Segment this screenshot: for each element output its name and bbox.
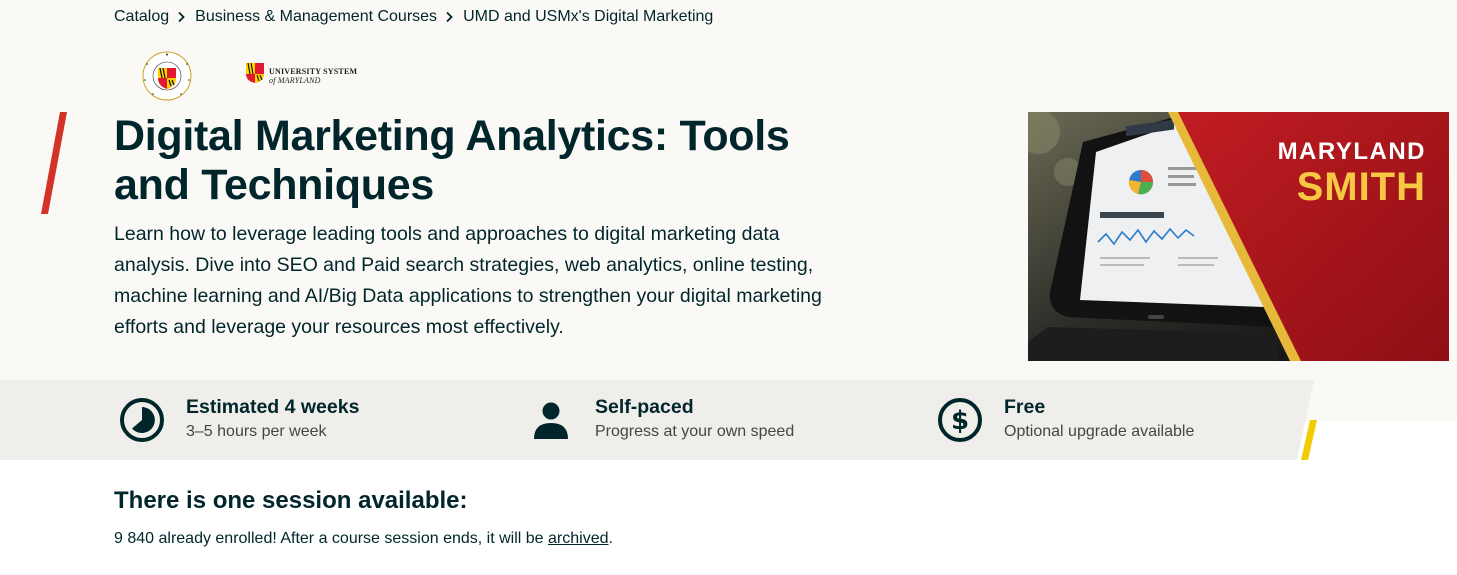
course-description: Learn how to leverage leading tools and …: [114, 223, 822, 338]
image-text-smith: SMITH: [1297, 165, 1426, 209]
umd-seal-logo[interactable]: [138, 50, 196, 102]
enrolled-count-text: 9 840 already enrolled! After a course s…: [114, 530, 549, 547]
stat-duration-sub: 3–5 hours per week: [186, 423, 327, 440]
image-text-maryland: MARYLAND: [1278, 138, 1426, 165]
course-title: Digital Marketing Analytics: Tools and T…: [114, 112, 790, 209]
session-period: .: [608, 530, 613, 547]
person-icon: [527, 396, 575, 444]
clock-icon: [118, 396, 166, 444]
archived-link[interactable]: archived: [548, 530, 608, 547]
dollar-icon: $: [936, 396, 984, 444]
chevron-right-icon: [444, 11, 454, 23]
stat-price-sub: Optional upgrade available: [1004, 423, 1195, 440]
stat-duration: Estimated 4 weeks 3–5 hours per week: [118, 396, 359, 444]
stat-pacing: Self-paced Progress at your own speed: [527, 396, 794, 444]
usm-flag-icon: [245, 62, 265, 89]
session-heading: There is one session available:: [114, 487, 468, 514]
svg-text:$: $: [951, 406, 969, 436]
course-stats-band: Estimated 4 weeks 3–5 hours per week Sel…: [0, 380, 1457, 460]
stat-price: $ Free Optional upgrade available: [936, 396, 1194, 444]
breadcrumb-business-link[interactable]: Business & Management Courses: [195, 8, 437, 26]
stat-price-title: Free: [1004, 396, 1046, 418]
breadcrumb: Catalog Business & Management Courses UM…: [114, 8, 713, 26]
stat-pacing-sub: Progress at your own speed: [595, 423, 795, 440]
usm-logo-text: UNIVERSITY SYSTEM of MARYLAND: [269, 67, 357, 85]
usm-logo-line2: of MARYLAND: [269, 75, 321, 85]
stat-pacing-title: Self-paced: [595, 396, 694, 418]
hero-section: Catalog Business & Management Courses UM…: [0, 0, 1457, 421]
accent-slash-yellow: [1299, 420, 1319, 465]
breadcrumb-program-link[interactable]: UMD and USMx's Digital Marketing: [463, 8, 713, 26]
usm-logo[interactable]: UNIVERSITY SYSTEM of MARYLAND: [245, 62, 357, 89]
usm-logo-line1: UNIVERSITY SYSTEM: [269, 66, 358, 76]
accent-slash-red: [40, 112, 70, 219]
breadcrumb-catalog-link[interactable]: Catalog: [114, 8, 169, 26]
chevron-right-icon: [176, 11, 186, 23]
stat-duration-title: Estimated 4 weeks: [186, 396, 360, 418]
session-enrollment-text: 9 840 already enrolled! After a course s…: [114, 530, 613, 548]
course-image: MARYLAND SMITH: [1028, 112, 1449, 361]
